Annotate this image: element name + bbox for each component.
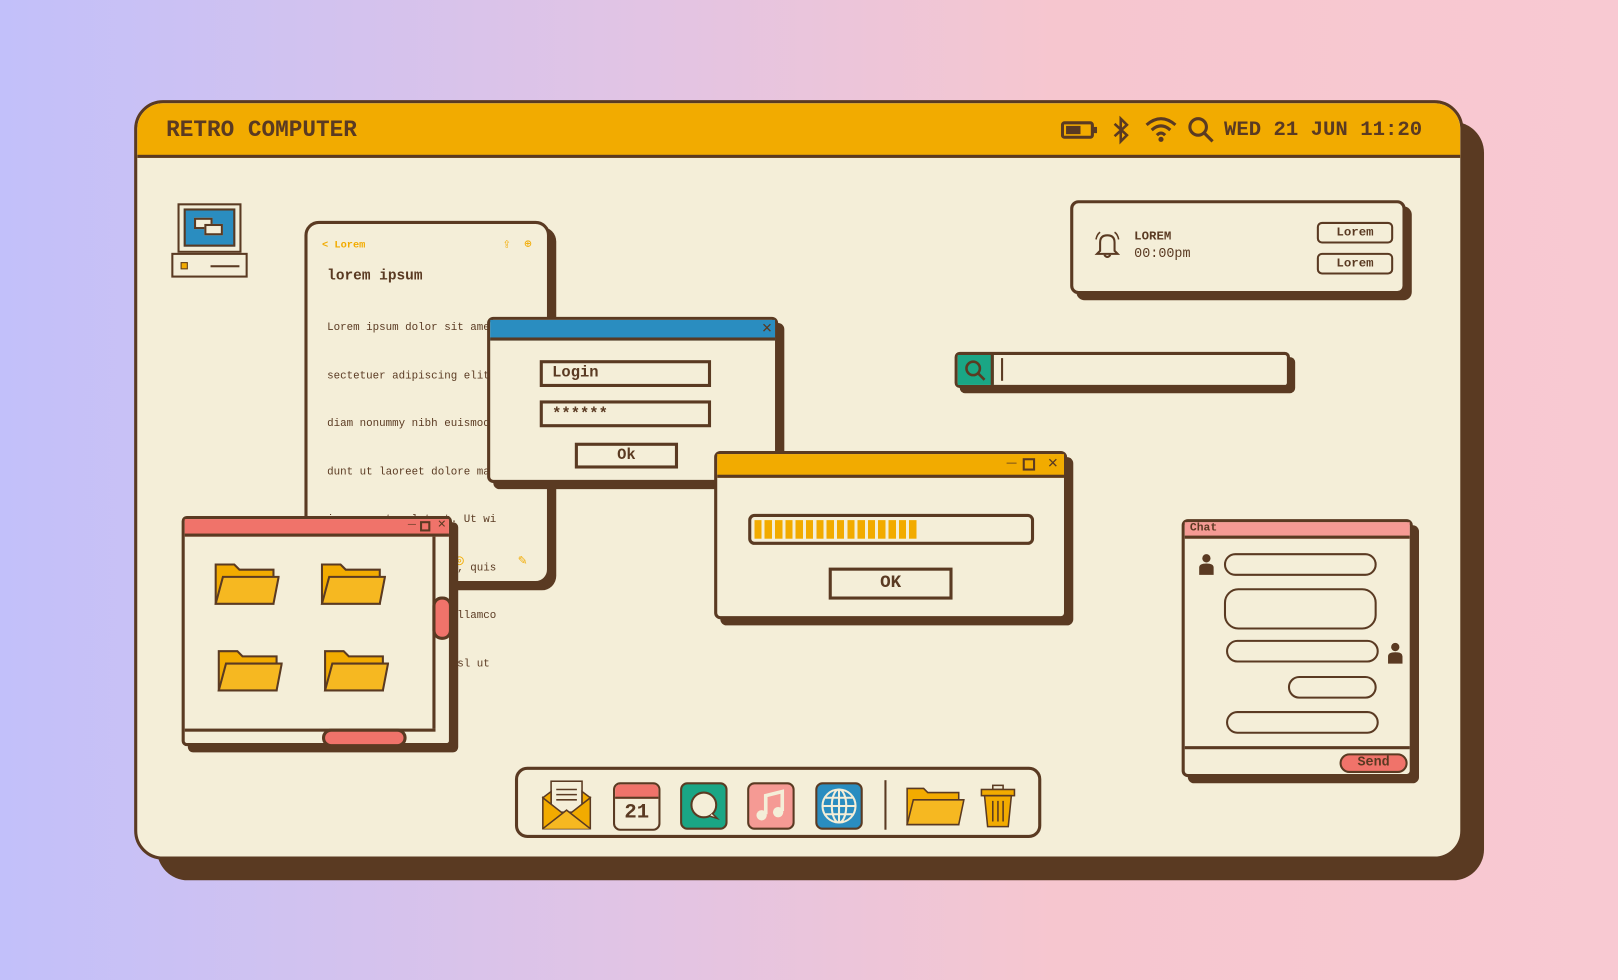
menubar-datetime: WED 21 JUN 11:20 bbox=[1223, 118, 1423, 143]
wifi-icon[interactable] bbox=[1144, 116, 1177, 143]
folder-titlebar: _ ✕ bbox=[184, 512, 449, 537]
folder-icon[interactable] bbox=[320, 560, 386, 607]
username-field[interactable]: Login bbox=[539, 360, 712, 387]
search-input[interactable] bbox=[1001, 358, 1280, 381]
send-button[interactable]: Send bbox=[1339, 753, 1408, 773]
back-label: Lorem bbox=[334, 240, 366, 252]
notification-card: LOREM 00:00pm Lorem Lorem bbox=[1070, 200, 1406, 295]
chat-title: Chat bbox=[1189, 522, 1218, 535]
calendar-icon[interactable]: 21 bbox=[613, 782, 661, 831]
close-icon[interactable]: ✕ bbox=[438, 516, 446, 531]
chat-message bbox=[1226, 639, 1379, 663]
minimize-icon[interactable]: _ bbox=[1007, 448, 1017, 467]
notes-back-link[interactable]: < Lorem bbox=[322, 240, 365, 251]
progress-window: _ ✕ OK bbox=[714, 448, 1068, 620]
maximize-icon[interactable] bbox=[1022, 458, 1036, 471]
vertical-scrollbar-thumb[interactable] bbox=[432, 596, 453, 640]
folder-icon[interactable] bbox=[905, 784, 965, 827]
edit-icon[interactable]: ✎ bbox=[518, 552, 527, 570]
chat-window: Chat Send bbox=[1181, 519, 1413, 778]
dock-divider bbox=[884, 780, 887, 830]
chat-message bbox=[1223, 588, 1377, 630]
trash-icon[interactable] bbox=[979, 783, 1016, 828]
computer-icon[interactable] bbox=[171, 203, 248, 278]
password-field[interactable]: ****** bbox=[539, 400, 712, 428]
music-icon[interactable] bbox=[747, 782, 795, 830]
notification-button-2[interactable]: Lorem bbox=[1316, 252, 1394, 275]
user-avatar-icon bbox=[1199, 554, 1214, 575]
bluetooth-icon[interactable] bbox=[1111, 115, 1130, 145]
share-icon[interactable]: ⇪ bbox=[503, 236, 511, 251]
mail-icon[interactable] bbox=[541, 779, 593, 831]
messages-icon[interactable] bbox=[680, 782, 728, 830]
close-icon[interactable]: ✕ bbox=[762, 317, 772, 338]
progress-bar bbox=[748, 513, 1035, 545]
chat-message bbox=[1223, 553, 1377, 576]
user-avatar-icon bbox=[1388, 642, 1403, 664]
folder-icon[interactable] bbox=[217, 647, 283, 694]
notification-time: 00:00pm bbox=[1134, 245, 1191, 262]
login-titlebar: ✕ bbox=[490, 317, 776, 341]
close-icon[interactable]: ✕ bbox=[1048, 452, 1058, 473]
progress-fill bbox=[754, 520, 919, 539]
minimize-icon[interactable]: _ bbox=[408, 512, 416, 527]
more-icon[interactable]: ⊕ bbox=[524, 236, 531, 251]
chat-message bbox=[1226, 711, 1379, 734]
chat-message bbox=[1287, 675, 1377, 699]
search-icon bbox=[965, 360, 986, 381]
bell-icon bbox=[1094, 231, 1121, 258]
app-title: RETRO COMPUTER bbox=[166, 117, 357, 144]
folder-window: _ ✕ bbox=[181, 512, 453, 748]
note-heading: lorem ipsum bbox=[327, 268, 423, 285]
search-icon[interactable] bbox=[1188, 117, 1215, 144]
battery-icon bbox=[1060, 121, 1098, 139]
notification-button-1[interactable]: Lorem bbox=[1316, 221, 1394, 244]
menu-bar: RETRO COMPUTER WED 21 JUN 11:20 bbox=[137, 103, 1461, 158]
folder-icon[interactable] bbox=[214, 560, 280, 607]
folder-icon[interactable] bbox=[323, 647, 390, 694]
search-button[interactable] bbox=[957, 355, 994, 385]
search-bar[interactable] bbox=[954, 351, 1290, 389]
dock: 21 bbox=[514, 766, 1042, 838]
calendar-day: 21 bbox=[624, 800, 650, 825]
notification-title: LOREM bbox=[1134, 229, 1172, 244]
progress-ok-button[interactable]: OK bbox=[828, 567, 953, 600]
chat-titlebar: Chat bbox=[1184, 522, 1410, 539]
progress-titlebar: _ ✕ bbox=[717, 448, 1064, 478]
horizontal-scrollbar-thumb[interactable] bbox=[321, 728, 407, 748]
browser-icon[interactable] bbox=[815, 782, 863, 830]
maximize-icon[interactable] bbox=[420, 521, 431, 532]
login-ok-button[interactable]: Ok bbox=[574, 442, 679, 469]
compass-icon[interactable]: ◎ bbox=[455, 552, 464, 570]
